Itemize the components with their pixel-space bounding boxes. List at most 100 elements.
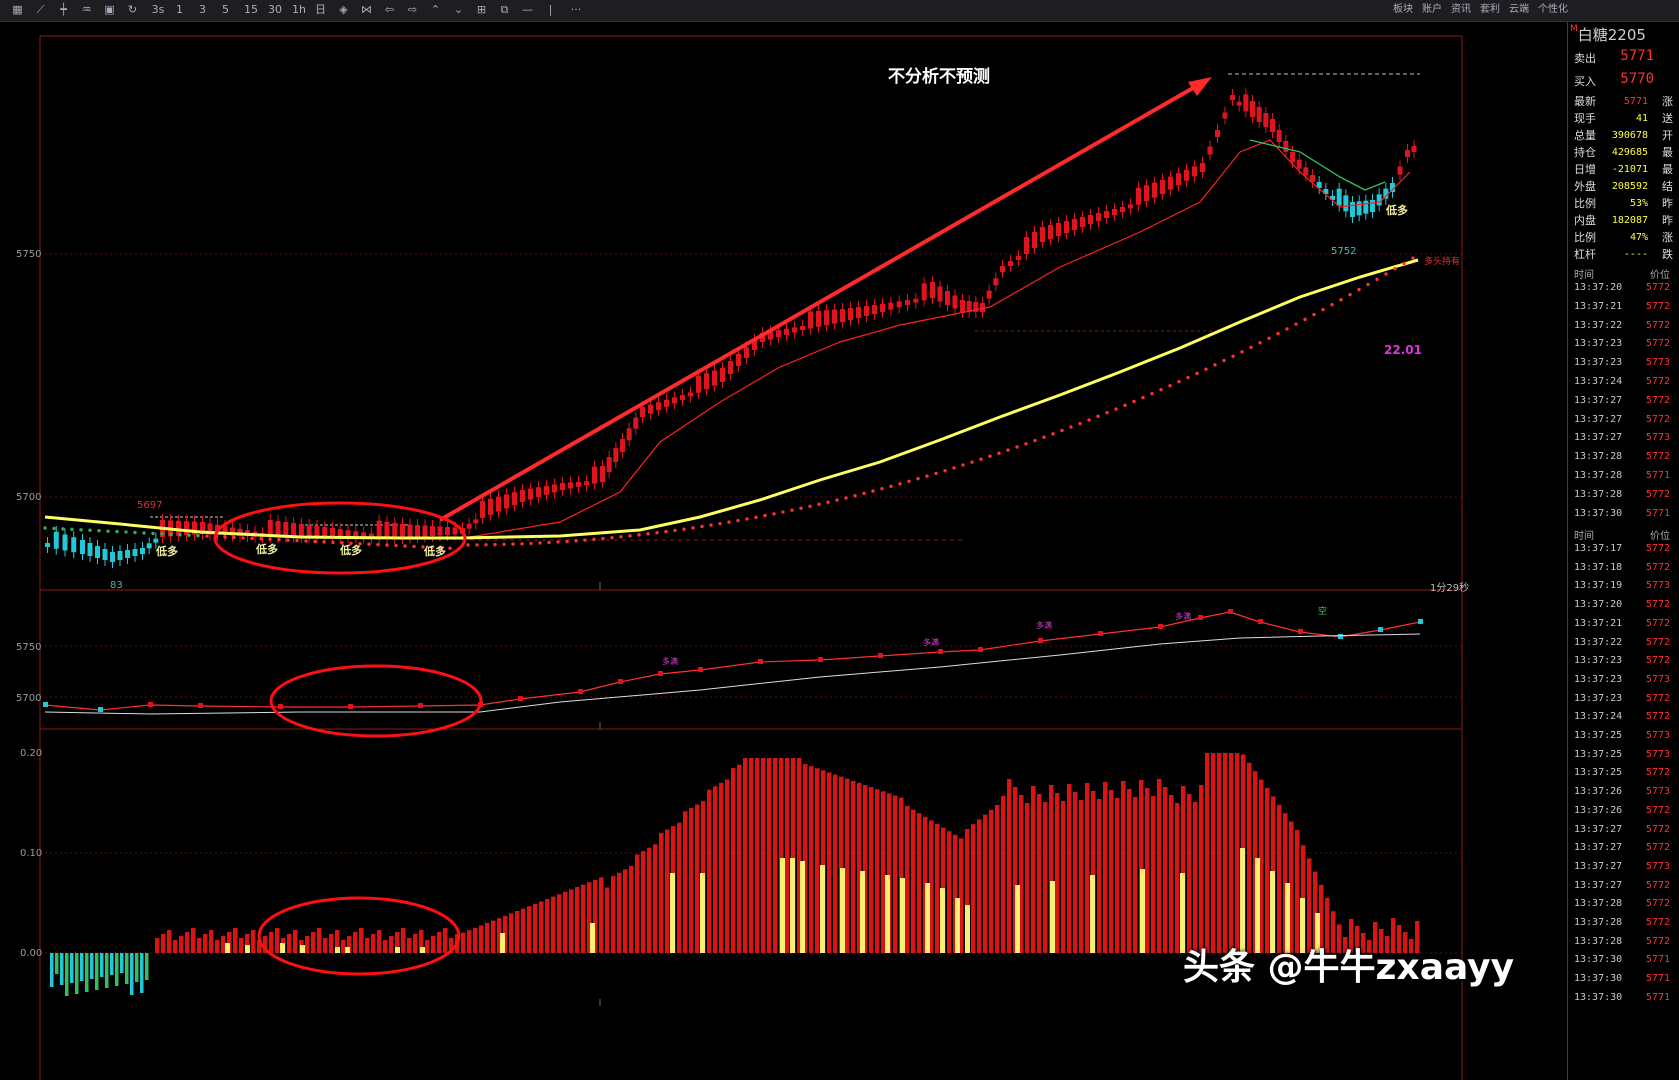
signal-dot [511, 542, 515, 546]
signal-dot [1015, 445, 1019, 449]
volume-bar [641, 851, 646, 953]
toolbar: ▦ ⟋ ┿ ♒ ▣ ↻ 3s 1 3 5 15 30 1h 日 ◈ ⋈ ⇦ ⇨ ⌃ ⌄ ⊞ ⧉ — | ··· 板块 账户 资讯 套利云… [0, 0, 1679, 22]
sub-candle [938, 649, 943, 654]
period-button[interactable]: 1h [289, 3, 309, 17]
period-button[interactable]: 3 [195, 3, 210, 17]
signal-dot [952, 466, 956, 470]
candle [728, 361, 733, 374]
top-tab[interactable]: 套利 [1480, 3, 1500, 17]
volume-bar [1205, 753, 1210, 953]
period-button[interactable]: | [543, 3, 558, 17]
period-button[interactable]: 3s [148, 3, 168, 17]
top-tab[interactable]: 个性化 [1538, 3, 1568, 17]
signal-dot [691, 526, 695, 530]
candle [110, 552, 115, 562]
volume-bar [1229, 753, 1234, 953]
candle [544, 485, 549, 495]
line-chart-icon[interactable]: ⟋ [33, 3, 48, 17]
tick-price: 5771 [1645, 973, 1670, 985]
candle [905, 300, 910, 305]
candle [856, 307, 861, 318]
period-button[interactable]: 1 [172, 3, 187, 17]
signal-dot [556, 540, 560, 544]
candle [980, 303, 985, 312]
signal-dot [259, 537, 263, 541]
volume-bar-negative [85, 953, 89, 992]
sub-candle [818, 657, 823, 662]
candle [1056, 223, 1061, 236]
tick-price: 5772 [1645, 617, 1670, 629]
period-button[interactable]: — [520, 3, 535, 17]
window-icon[interactable]: ⧉ [497, 3, 512, 17]
period-button[interactable]: 15 [241, 3, 261, 17]
signal-label: 低多 [340, 544, 362, 557]
candle [600, 466, 605, 482]
indicator-icon[interactable]: ♒ [79, 3, 94, 17]
volume-bar [1133, 797, 1138, 953]
top-tab[interactable]: 云端 [1509, 3, 1529, 17]
quote-panel: M白糖2205 卖出 5771 买入 5770 最新 5771 涨现手 41 送总量 39… [1567, 22, 1679, 1080]
volume-bar-negative [125, 953, 129, 984]
signal-dot [1357, 287, 1361, 292]
volume-bar [665, 829, 670, 953]
volume-bar-negative [105, 953, 109, 988]
volume-bar-negative [100, 953, 104, 977]
signal-dot [988, 454, 992, 458]
candle [1088, 215, 1093, 224]
volume-bar [1043, 802, 1048, 953]
candle [422, 525, 428, 537]
period-button[interactable]: 5 [218, 3, 233, 17]
layout-icon[interactable]: ⊞ [474, 3, 489, 17]
grid-icon[interactable]: ▦ [10, 3, 25, 17]
signal-dot [547, 540, 551, 545]
top-tab[interactable]: 账户 [1422, 3, 1442, 17]
signal-dot [196, 533, 200, 538]
top-tab[interactable]: 资讯 [1451, 3, 1471, 17]
signal-dot [1105, 411, 1109, 415]
tick-time: 13:37:27 [1574, 860, 1623, 872]
sub-candle [418, 703, 423, 708]
candle [1243, 94, 1249, 112]
save-icon[interactable]: ▣ [102, 3, 117, 17]
chart-area[interactable] [0, 22, 1567, 1080]
candle [445, 527, 450, 535]
tick-price: 5772 [1645, 823, 1670, 835]
tick-time: 13:37:23 [1574, 673, 1623, 685]
vol-y-axis-label: 0.10 [20, 848, 43, 859]
refresh-icon[interactable]: ↻ [125, 3, 140, 17]
signal-dot [1402, 261, 1406, 266]
candle [488, 498, 493, 515]
left-icon[interactable]: ⇦ [382, 3, 397, 17]
bowtie-icon[interactable]: ⋈ [359, 3, 374, 17]
tick-time: 13:37:22 [1574, 319, 1623, 331]
candle [384, 521, 390, 538]
right-icon[interactable]: ⇨ [405, 3, 420, 17]
candle [720, 368, 725, 382]
volume-bar [731, 768, 736, 953]
tick-time: 13:37:17 [1574, 543, 1623, 554]
volume-bar-yellow [500, 933, 505, 953]
period-button[interactable]: ··· [566, 3, 586, 17]
period-button[interactable]: 日 [313, 3, 328, 17]
signal-dot [1375, 277, 1379, 281]
stat-label: 外盘 [1574, 180, 1596, 193]
candle [291, 523, 297, 537]
down-icon[interactable]: ⌄ [451, 3, 466, 17]
period-button[interactable]: 30 [265, 3, 285, 17]
candle-icon[interactable]: ┿ [56, 3, 71, 17]
tick-price: 5771 [1645, 991, 1670, 1003]
stat-label: 结 [1662, 180, 1673, 193]
volume-bar [521, 908, 526, 953]
signal-dot [646, 532, 650, 536]
volume-bar [1007, 779, 1012, 953]
candle [1184, 169, 1189, 181]
up-icon[interactable]: ⌃ [428, 3, 443, 17]
sub-candle [1098, 631, 1103, 636]
sub-candle [43, 702, 48, 707]
diamond-icon[interactable]: ◈ [336, 3, 351, 17]
signal-dot [484, 543, 488, 547]
tick-time: 13:37:30 [1574, 507, 1623, 519]
top-tab[interactable]: 板块 [1393, 3, 1413, 17]
candle [696, 375, 701, 393]
volume-bar [845, 778, 850, 953]
